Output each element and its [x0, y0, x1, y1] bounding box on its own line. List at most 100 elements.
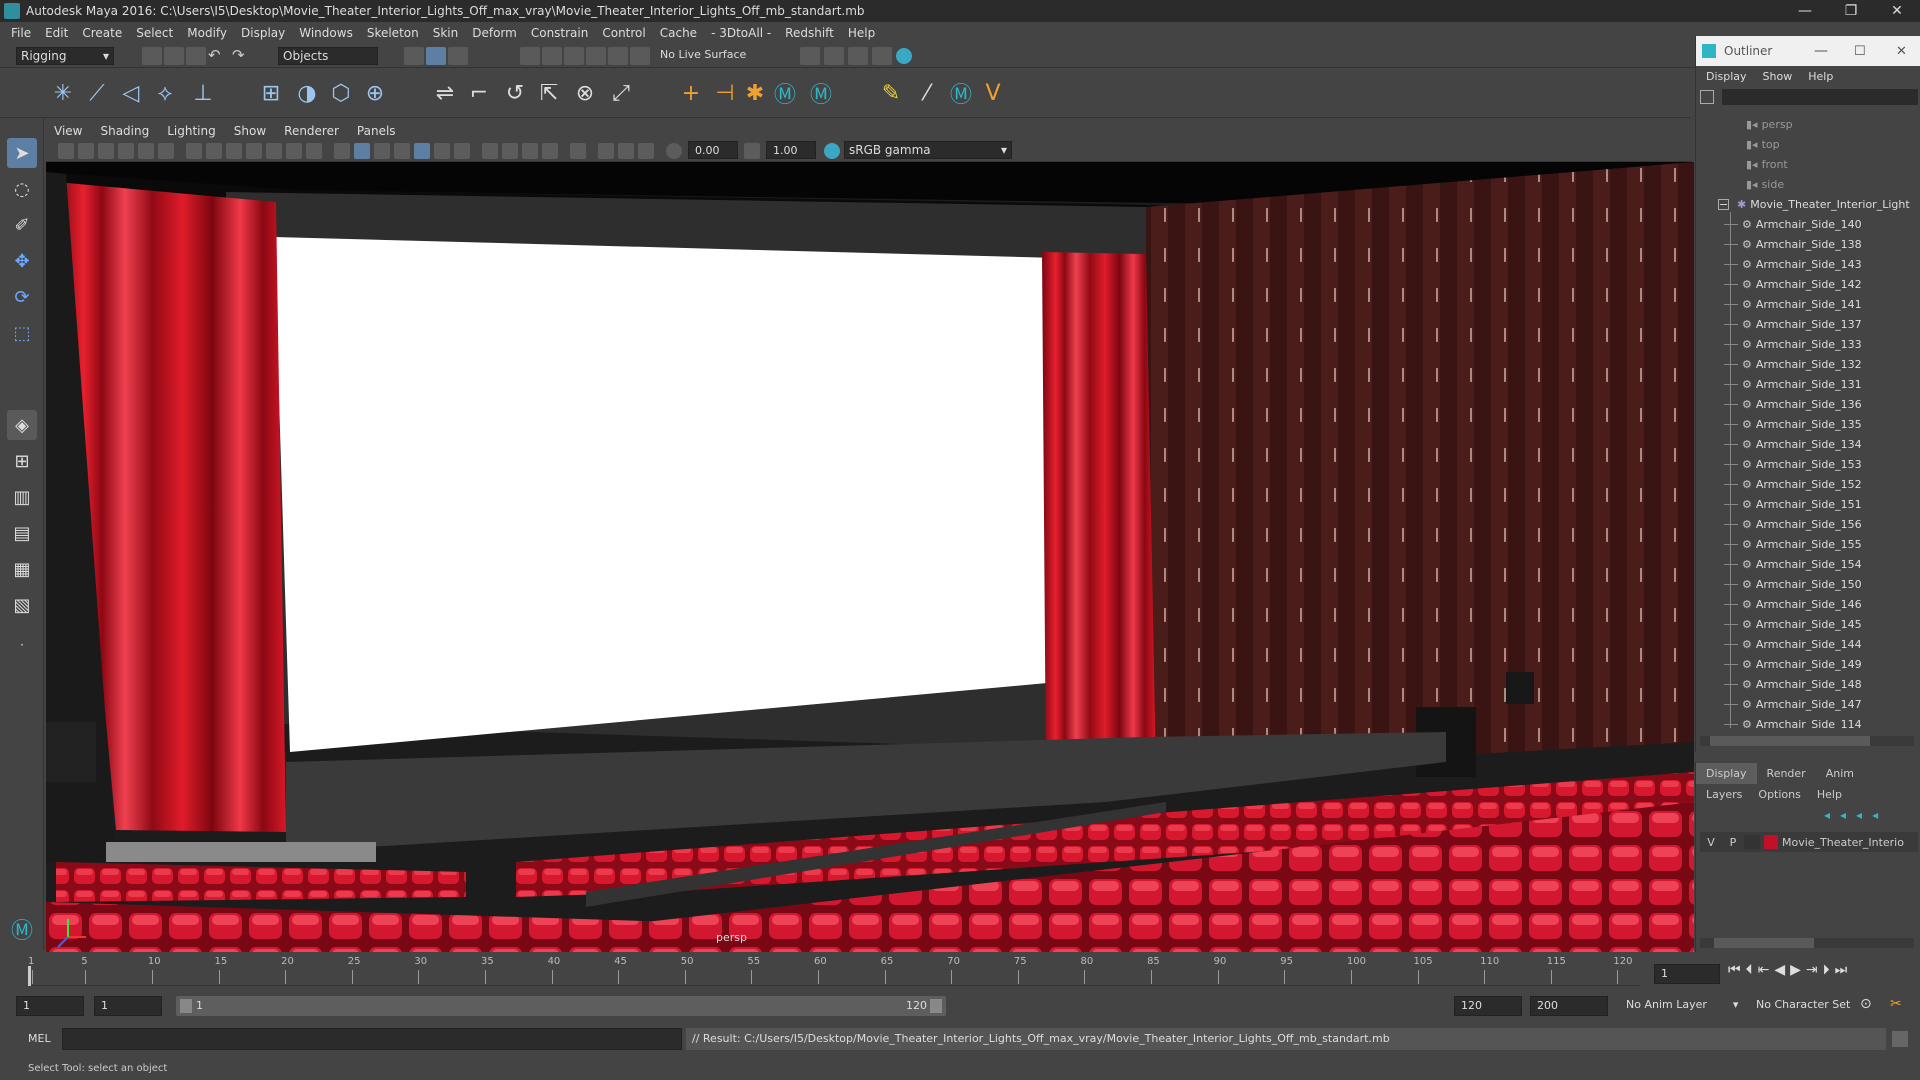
render-frame-icon[interactable] — [824, 47, 844, 65]
outliner-item-side[interactable]: ▮◂ side — [1696, 174, 1918, 194]
single-view-icon[interactable]: ◈ — [7, 410, 37, 440]
scale-tool-icon[interactable]: ⬚ — [7, 318, 37, 348]
outliner-group-item[interactable]: − ✱ Movie_Theater_Interior_Light — [1696, 194, 1918, 214]
hik-control-icon[interactable]: Ⓜ — [806, 78, 836, 108]
select-tool-icon[interactable]: ➤ — [7, 138, 37, 168]
motion-blur-icon[interactable] — [502, 143, 518, 159]
camera-select-icon[interactable] — [58, 143, 74, 159]
smooth-bind-icon[interactable]: ◑ — [292, 78, 322, 108]
range-bar[interactable]: 1 120 — [176, 996, 946, 1016]
character-set-icon[interactable]: ✱ — [740, 78, 770, 108]
bind-skin-icon[interactable]: ⊞ — [256, 78, 286, 108]
ik-handle-icon[interactable]: ⟋ — [82, 78, 112, 108]
start-time-field[interactable]: 1 — [16, 996, 84, 1016]
tab-anim[interactable]: Anim — [1816, 763, 1864, 784]
layer-menu-layers[interactable]: Layers — [1696, 788, 1750, 801]
playback-end-field[interactable]: 120 — [1454, 996, 1522, 1016]
minimize-button[interactable]: — — [1782, 0, 1828, 22]
next-key-icon[interactable]: ⇥ — [1806, 962, 1823, 978]
xray-icon[interactable] — [598, 143, 614, 159]
move-tool-icon[interactable]: ✥ — [7, 246, 37, 276]
layer-row[interactable]: V P Movie_Theater_Interio — [1700, 832, 1918, 852]
script-editor-icon[interactable] — [1892, 1031, 1908, 1047]
outliner-menu-show[interactable]: Show — [1755, 70, 1801, 83]
vp-menu-lighting[interactable]: Lighting — [159, 124, 226, 138]
outliner-item-top[interactable]: ▮◂ top — [1696, 134, 1918, 154]
layer-visibility-toggle[interactable]: V — [1700, 836, 1722, 849]
menu-display[interactable]: Display — [236, 26, 294, 40]
ik-spline-icon[interactable]: ◁ — [116, 78, 146, 108]
film-gate-icon[interactable] — [206, 143, 222, 159]
anti-alias-icon[interactable] — [522, 143, 538, 159]
depth-of-field-icon[interactable] — [542, 143, 558, 159]
resolution-gate-icon[interactable] — [226, 143, 242, 159]
layer-type-toggle[interactable] — [1744, 835, 1760, 849]
gate-mask-icon[interactable] — [246, 143, 262, 159]
menu-help[interactable]: Help — [843, 26, 884, 40]
parent-constraint-icon[interactable]: ⇌ — [430, 78, 460, 108]
menu-select[interactable]: Select — [131, 26, 182, 40]
paint-weights-icon[interactable]: ✎ — [876, 78, 906, 108]
play-forward-icon[interactable]: ▶ — [1790, 962, 1806, 978]
rotate-tool-icon[interactable]: ⟳ — [7, 282, 37, 312]
side-by-side-icon[interactable]: ▥ — [7, 482, 37, 512]
menu-3dtoall[interactable]: - 3DtoAll - — [706, 26, 780, 40]
grease-pencil-icon[interactable] — [158, 143, 174, 159]
outliner-close-button[interactable]: ✕ — [1896, 44, 1907, 59]
vp-menu-shading[interactable]: Shading — [92, 124, 159, 138]
outliner-item-front[interactable]: ▮◂ front — [1696, 154, 1918, 174]
filter-icon[interactable] — [1700, 90, 1714, 104]
wireframe-icon[interactable] — [334, 143, 350, 159]
v-tool-icon[interactable]: V — [978, 78, 1008, 108]
screen-space-ao-icon[interactable] — [482, 143, 498, 159]
field-chart-icon[interactable] — [266, 143, 282, 159]
play-back-icon[interactable]: ◀ — [1774, 962, 1790, 978]
layer-menu-help[interactable]: Help — [1809, 788, 1850, 801]
backface-culling-icon[interactable] — [638, 143, 654, 159]
command-input[interactable] — [62, 1028, 682, 1050]
layer-buttons[interactable]: ◂◂◂◂ — [1824, 808, 1888, 822]
point-constraint-icon[interactable]: ⌐ — [464, 78, 494, 108]
set-driven-key-icon[interactable]: ⊣ — [710, 78, 740, 108]
color-management-icon[interactable] — [824, 143, 840, 159]
smooth-shade-icon[interactable] — [354, 143, 370, 159]
live-surface-label[interactable]: No Live Surface — [660, 48, 746, 61]
pole-vector-icon[interactable]: ⤢ — [606, 78, 636, 108]
scale-constraint-icon[interactable]: ⇱ — [534, 78, 564, 108]
vp-menu-renderer[interactable]: Renderer — [276, 124, 349, 138]
outliner-minimize-button[interactable]: — — [1814, 43, 1828, 59]
aim-constraint-icon[interactable]: ⊗ — [570, 78, 600, 108]
exposure-icon[interactable] — [666, 143, 682, 159]
layer-playback-toggle[interactable]: P — [1722, 836, 1744, 849]
select-component-icon[interactable] — [448, 47, 468, 65]
step-forward-icon[interactable]: ⏵ — [1823, 962, 1835, 978]
menuset-dropdown[interactable]: Rigging ▾ — [16, 47, 114, 65]
insert-joint-icon[interactable]: ⟡ — [150, 78, 180, 108]
range-end-handle[interactable] — [930, 999, 942, 1013]
select-mode-dropdown[interactable]: Objects — [278, 47, 378, 65]
brush-icon[interactable]: ⁄ — [912, 78, 942, 108]
grid-toggle-icon[interactable] — [186, 143, 202, 159]
safe-action-icon[interactable] — [286, 143, 302, 159]
render-view-icon[interactable] — [872, 47, 892, 65]
vp-menu-view[interactable]: View — [46, 124, 92, 138]
four-view-icon[interactable]: ⊞ — [7, 446, 37, 476]
snap-surface-icon[interactable] — [608, 47, 628, 65]
range-start-handle[interactable] — [180, 999, 192, 1013]
character-set-dropdown[interactable]: No Character Set — [1756, 998, 1850, 1011]
auto-key-icon[interactable]: ⊙ — [1860, 996, 1872, 1012]
gamma-field[interactable]: 1.00 — [766, 141, 816, 159]
snap-view-icon[interactable] — [586, 47, 606, 65]
playback-start-field[interactable]: 1 — [94, 996, 162, 1016]
outliner-item-persp[interactable]: ▮◂ persp — [1696, 114, 1918, 134]
select-hierarchy-icon[interactable] — [404, 47, 424, 65]
open-scene-icon[interactable] — [164, 47, 184, 65]
xray-joints-icon[interactable] — [618, 143, 634, 159]
menu-skeleton[interactable]: Skeleton — [362, 26, 428, 40]
go-to-start-icon[interactable]: ⏮ — [1728, 962, 1746, 978]
isolate-select-icon[interactable] — [570, 143, 586, 159]
outliner-menu-help[interactable]: Help — [1800, 70, 1841, 83]
hypershade-layout-icon[interactable]: ▧ — [7, 590, 37, 620]
colorspace-dropdown[interactable]: sRGB gamma ▾ — [844, 141, 1012, 159]
time-ruler[interactable]: 1 5 10 15 20 25 30 35 40 45 50 55 60 65 70 75 80 85 90 95 10… — [28, 954, 1640, 986]
